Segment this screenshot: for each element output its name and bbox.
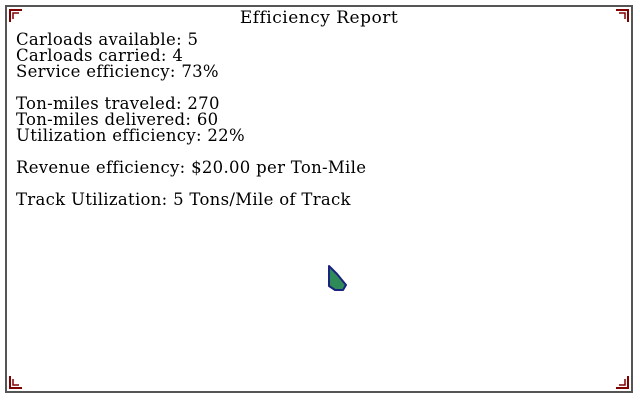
corner-bracket-icon: [615, 375, 629, 389]
corner-bracket-icon: [9, 375, 23, 389]
pointer-arrow-icon: [327, 264, 351, 294]
report-window: Efficiency Report Carloads available: 5 …: [5, 5, 633, 393]
track-utilization: Track Utilization: 5 Tons/Mile of Track: [16, 190, 351, 209]
revenue-efficiency: Revenue efficiency: $20.00 per Ton-Mile: [16, 158, 367, 177]
service-efficiency: Service efficiency: 73%: [16, 62, 219, 81]
utilization-efficiency: Utilization efficiency: 22%: [16, 126, 245, 145]
window-title: Efficiency Report: [239, 8, 399, 28]
